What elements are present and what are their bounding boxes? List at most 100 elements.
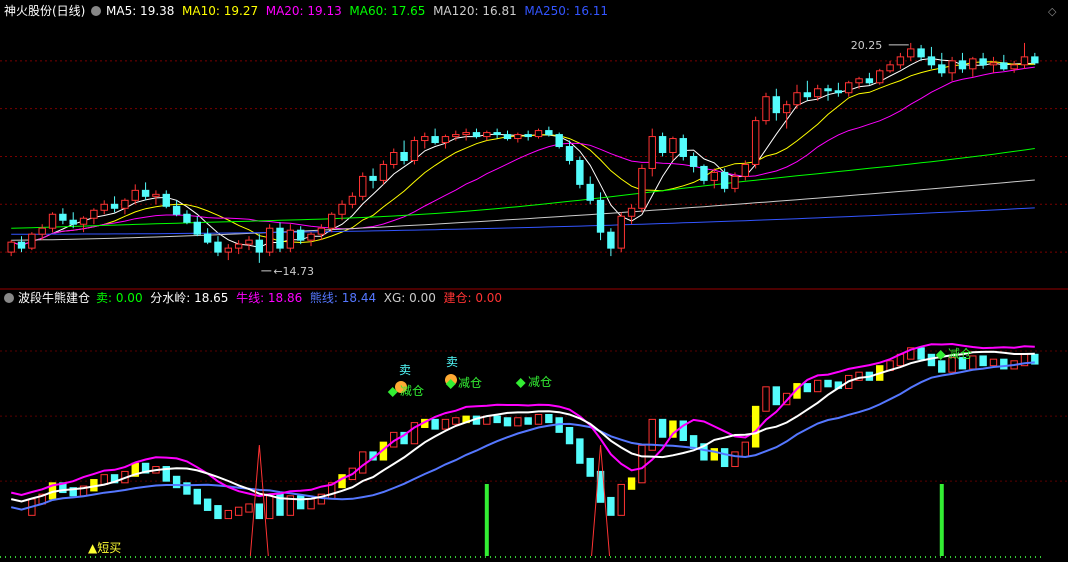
candle-body	[369, 175, 377, 181]
indicator-block	[545, 413, 553, 424]
indicator-block	[607, 496, 615, 516]
indicator-block	[524, 417, 532, 425]
indicator-block	[203, 498, 212, 511]
reduce-label: 减仓	[528, 375, 552, 389]
candle-body	[152, 193, 160, 197]
candle-body	[927, 56, 936, 66]
indicator-block	[452, 417, 460, 425]
indicator-block	[503, 417, 512, 427]
candle-body	[772, 96, 781, 114]
candle-body	[131, 189, 139, 201]
indicator-block	[514, 417, 522, 427]
candle-body	[793, 92, 801, 106]
candle-body	[141, 189, 150, 197]
indicator-block	[565, 426, 574, 445]
indicator-block	[307, 498, 315, 510]
candle-body	[876, 70, 884, 84]
reduce-label: 减仓	[400, 384, 424, 398]
indicator-block	[979, 355, 987, 367]
candle-body	[359, 175, 367, 197]
candle-body	[958, 60, 967, 70]
indicator-legend-item: XG: 0.00	[384, 291, 444, 305]
candle-body	[162, 193, 170, 207]
candle-body	[710, 171, 718, 181]
indicator-block	[824, 379, 832, 388]
indicator-block	[917, 347, 925, 360]
candle-body	[410, 140, 419, 161]
ma-legend-item: MA60: 17.65	[349, 4, 433, 18]
short-buy-label: ▲短买	[88, 541, 121, 555]
indicator-block	[234, 506, 243, 516]
candle-body	[907, 48, 915, 58]
candle-body	[379, 163, 388, 181]
candle-body	[938, 64, 946, 74]
indicator-block	[751, 405, 760, 448]
candle-body	[834, 90, 843, 94]
candle-body	[503, 134, 512, 140]
indicator-block	[803, 383, 812, 393]
indicator-block	[658, 418, 667, 438]
indicator-block	[214, 505, 222, 520]
candle-body	[28, 233, 36, 249]
settings-icon[interactable]	[91, 6, 101, 16]
indicator-settings-icon[interactable]	[4, 293, 14, 303]
candle-body	[855, 78, 863, 84]
indicator-block	[741, 441, 750, 458]
indicator-block	[359, 451, 367, 474]
indicator-title: 波段牛熊建仓	[18, 290, 90, 305]
sell-label: 卖	[399, 363, 411, 377]
candle-body	[338, 203, 346, 215]
indicator-block	[731, 451, 739, 468]
low-label: ←14.73	[273, 265, 314, 278]
reduce-label: 减仓	[948, 347, 972, 361]
candle-body	[607, 231, 615, 249]
reduce-label: 减仓	[458, 376, 482, 390]
indicator-legend-item: 建仓: 0.00	[443, 291, 509, 305]
indicator-block	[772, 386, 781, 406]
candle-body	[69, 219, 77, 225]
candle-body	[110, 203, 119, 209]
candle-body	[782, 104, 791, 114]
indicator-block	[431, 418, 439, 430]
candle-body	[565, 146, 574, 161]
candle-body	[17, 241, 26, 249]
indicator-block	[813, 379, 822, 393]
candle-body	[627, 207, 636, 217]
candle-body	[245, 239, 253, 245]
candle-body	[307, 233, 315, 241]
stock-chart: 20.25←14.73 卖卖减仓减仓 减仓减仓▲短买 神火股份(日线) MA5: …	[0, 0, 1068, 562]
candle-body	[896, 56, 905, 66]
ma-legend-item: MA120: 16.81	[433, 4, 524, 18]
sell-label: 卖	[446, 355, 458, 369]
candle-body	[720, 171, 729, 189]
candle-body	[172, 205, 181, 215]
candle-body	[421, 136, 429, 142]
candle-body	[1031, 56, 1039, 64]
chart-background	[0, 0, 1068, 562]
candle-body	[59, 213, 67, 221]
candle-body	[979, 58, 987, 66]
candle-body	[845, 82, 853, 94]
candle-body	[203, 233, 212, 243]
candle-body	[617, 215, 625, 249]
indicator-block	[586, 457, 594, 477]
ma-legend-item: MA20: 19.13	[266, 4, 350, 18]
indicator-block	[627, 477, 636, 490]
indicator-block	[245, 503, 253, 513]
indicator-block	[1000, 358, 1008, 370]
candle-body	[648, 136, 656, 169]
candle-body	[7, 241, 15, 253]
candle-body	[317, 227, 326, 235]
expand-icon[interactable]: ◇	[1048, 5, 1057, 18]
candle-body	[328, 213, 336, 229]
candle-body	[545, 130, 553, 136]
candle-body	[38, 227, 46, 235]
indicator-block	[224, 509, 233, 520]
indicator-block	[296, 495, 305, 510]
candle-body	[193, 221, 201, 235]
candle-body	[741, 163, 750, 177]
ma-legend: MA5: 19.38 MA10: 19.27 MA20: 19.13 MA60:…	[106, 4, 616, 18]
indicator-block	[762, 386, 770, 412]
candle-body	[214, 241, 222, 253]
indicator-block	[638, 444, 646, 484]
